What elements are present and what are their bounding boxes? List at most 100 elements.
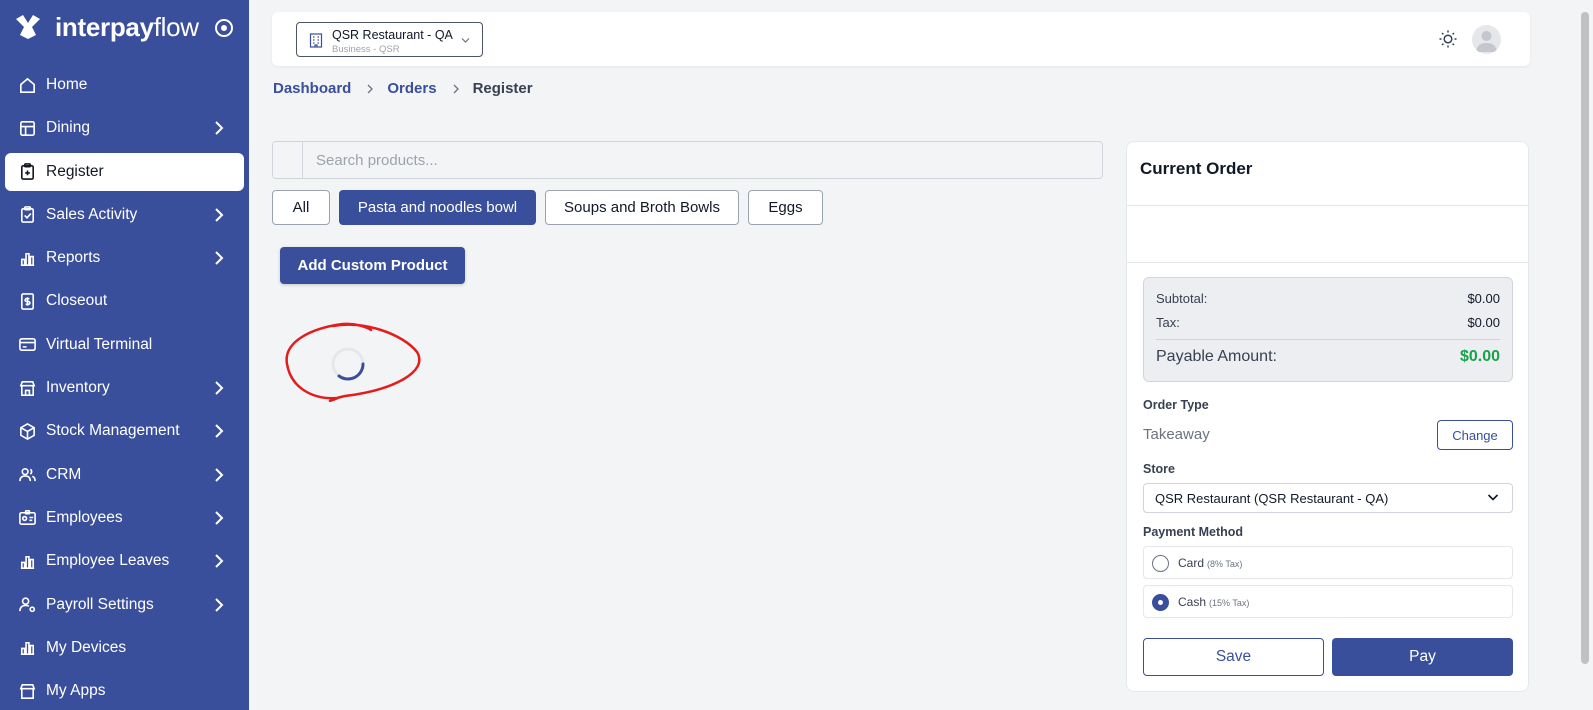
add-custom-product-button[interactable]: Add Custom Product bbox=[280, 247, 465, 284]
sidebar-item-label: Employees bbox=[46, 508, 123, 526]
table-icon bbox=[20, 120, 35, 136]
page-scrollbar[interactable] bbox=[1581, 12, 1589, 664]
sidebar: interpayflow Home Dining Register Sales … bbox=[0, 0, 249, 710]
payment-method-label: Payment Method bbox=[1143, 525, 1244, 539]
chevron-right-icon bbox=[215, 424, 224, 439]
sidebar-item-label: Payroll Settings bbox=[46, 595, 154, 613]
annotation-circle bbox=[285, 322, 421, 403]
category-filters: All Pasta and noodles bowl Soups and Bro… bbox=[272, 190, 832, 225]
sidebar-nav: Home Dining Register Sales Activity Repo… bbox=[0, 66, 249, 710]
apps-icon bbox=[19, 683, 36, 699]
subtotal-row: Subtotal: $0.00 bbox=[1156, 291, 1500, 306]
search-input[interactable] bbox=[304, 142, 1101, 178]
order-title: Current Order bbox=[1140, 159, 1253, 178]
user-gear-icon bbox=[19, 597, 36, 613]
bar-chart-icon bbox=[20, 555, 35, 569]
payable-value: $0.00 bbox=[1459, 348, 1500, 365]
sidebar-item-label: Dining bbox=[46, 119, 90, 137]
breadcrumb: Dashboard Orders Register bbox=[273, 80, 533, 97]
sidebar-item-closeout[interactable]: Closeout bbox=[5, 282, 244, 320]
card-icon bbox=[19, 338, 36, 352]
payable-row: Payable Amount: $0.00 bbox=[1156, 348, 1500, 366]
sidebar-item-employee-leaves[interactable]: Employee Leaves bbox=[5, 542, 244, 580]
sidebar-item-label: Inventory bbox=[46, 379, 110, 397]
clipboard-icon bbox=[20, 163, 35, 181]
tax-label: Tax: bbox=[1156, 315, 1180, 330]
tax-row: Tax: $0.00 bbox=[1156, 315, 1500, 330]
sidebar-item-virtual-terminal[interactable]: Virtual Terminal bbox=[5, 326, 244, 364]
id-badge-icon bbox=[19, 510, 36, 526]
building-icon bbox=[309, 33, 323, 48]
category-soups-and-broth-bowls[interactable]: Soups and Broth Bowls bbox=[545, 190, 739, 225]
sidebar-item-my-devices[interactable]: My Devices bbox=[5, 629, 244, 667]
business-selector[interactable]: QSR Restaurant - QA Business - QSR bbox=[296, 22, 483, 57]
store-icon bbox=[19, 380, 36, 396]
sun-icon[interactable] bbox=[1438, 29, 1458, 49]
sidebar-item-label: Reports bbox=[46, 249, 101, 267]
sidebar-item-employees[interactable]: Employees bbox=[5, 499, 244, 537]
sidebar-item-label: My Apps bbox=[46, 682, 106, 700]
sidebar-item-payroll-settings[interactable]: Payroll Settings bbox=[5, 586, 244, 624]
category-pasta-and-noodles-bowl[interactable]: Pasta and noodles bowl bbox=[339, 190, 536, 225]
save-button[interactable]: Save bbox=[1143, 638, 1324, 676]
sidebar-item-label: Closeout bbox=[46, 292, 108, 310]
avatar[interactable] bbox=[1472, 25, 1501, 54]
sidebar-item-my-apps[interactable]: My Apps bbox=[5, 672, 244, 710]
breadcrumb-orders[interactable]: Orders bbox=[387, 80, 436, 97]
sidebar-item-register[interactable]: Register bbox=[5, 152, 244, 191]
users-icon bbox=[19, 468, 36, 482]
store-label: Store bbox=[1143, 462, 1175, 476]
box-icon bbox=[20, 422, 35, 440]
payment-option-card[interactable]: Card (8% Tax) bbox=[1143, 546, 1513, 579]
store-select[interactable]: QSR Restaurant (QSR Restaurant - QA) bbox=[1143, 483, 1513, 513]
product-search bbox=[272, 141, 1103, 179]
chevron-right-icon bbox=[215, 251, 224, 265]
radio-cash[interactable] bbox=[1152, 594, 1169, 611]
user-avatar-icon bbox=[1476, 31, 1497, 52]
payment-option-label: Card (8% Tax) bbox=[1178, 556, 1243, 570]
chevron-down-icon bbox=[461, 38, 470, 43]
sidebar-item-label: Sales Activity bbox=[46, 205, 138, 223]
chevron-right-icon bbox=[215, 467, 224, 482]
chevron-down-icon bbox=[1487, 494, 1499, 501]
bar-chart-icon bbox=[20, 252, 35, 266]
sidebar-item-label: Employee Leaves bbox=[46, 552, 170, 570]
chevron-right-icon bbox=[453, 84, 459, 93]
sidebar-item-crm[interactable]: CRM bbox=[5, 456, 244, 494]
brand-name: interpayflow bbox=[55, 11, 199, 42]
order-totals: Subtotal: $0.00 Tax: $0.00 Payable Amoun… bbox=[1143, 277, 1513, 382]
chevron-right-icon bbox=[215, 511, 224, 525]
sidebar-item-label: My Devices bbox=[46, 638, 127, 656]
breadcrumb-current: Register bbox=[472, 80, 533, 97]
interpayflow-logo-icon bbox=[16, 15, 40, 39]
category-all[interactable]: All bbox=[272, 190, 330, 225]
subtotal-value: $0.00 bbox=[1467, 291, 1500, 306]
chevron-right-icon bbox=[215, 208, 224, 222]
divider bbox=[1156, 339, 1500, 340]
chevron-right-icon bbox=[215, 554, 224, 568]
device-icon bbox=[20, 642, 35, 656]
sidebar-item-inventory[interactable]: Inventory bbox=[5, 369, 244, 407]
pay-button[interactable]: Pay bbox=[1332, 638, 1513, 676]
order-type-value: Takeaway bbox=[1143, 426, 1210, 443]
chevron-right-icon bbox=[215, 381, 224, 395]
sidebar-item-label: Virtual Terminal bbox=[46, 335, 153, 353]
dollar-doc-icon bbox=[20, 293, 35, 310]
sidebar-item-home[interactable]: Home bbox=[5, 66, 244, 104]
sidebar-item-sales-activity[interactable]: Sales Activity bbox=[5, 196, 244, 234]
logo[interactable]: interpayflow bbox=[0, 0, 249, 54]
divider bbox=[1127, 262, 1528, 263]
sidebar-toggle-icon[interactable] bbox=[215, 19, 233, 37]
home-icon bbox=[20, 77, 35, 93]
change-order-type-button[interactable]: Change bbox=[1437, 420, 1513, 450]
payment-option-label: Cash (15% Tax) bbox=[1178, 595, 1250, 609]
breadcrumb-dashboard[interactable]: Dashboard bbox=[273, 80, 351, 97]
sidebar-item-dining[interactable]: Dining bbox=[5, 109, 244, 147]
sidebar-item-reports[interactable]: Reports bbox=[5, 239, 244, 277]
payment-option-cash[interactable]: Cash (15% Tax) bbox=[1143, 585, 1513, 618]
search-addon bbox=[273, 142, 303, 178]
category-eggs[interactable]: Eggs bbox=[748, 190, 823, 225]
radio-card[interactable] bbox=[1152, 555, 1169, 572]
sidebar-item-label: Register bbox=[46, 162, 104, 180]
sidebar-item-stock-management[interactable]: Stock Management bbox=[5, 412, 244, 450]
